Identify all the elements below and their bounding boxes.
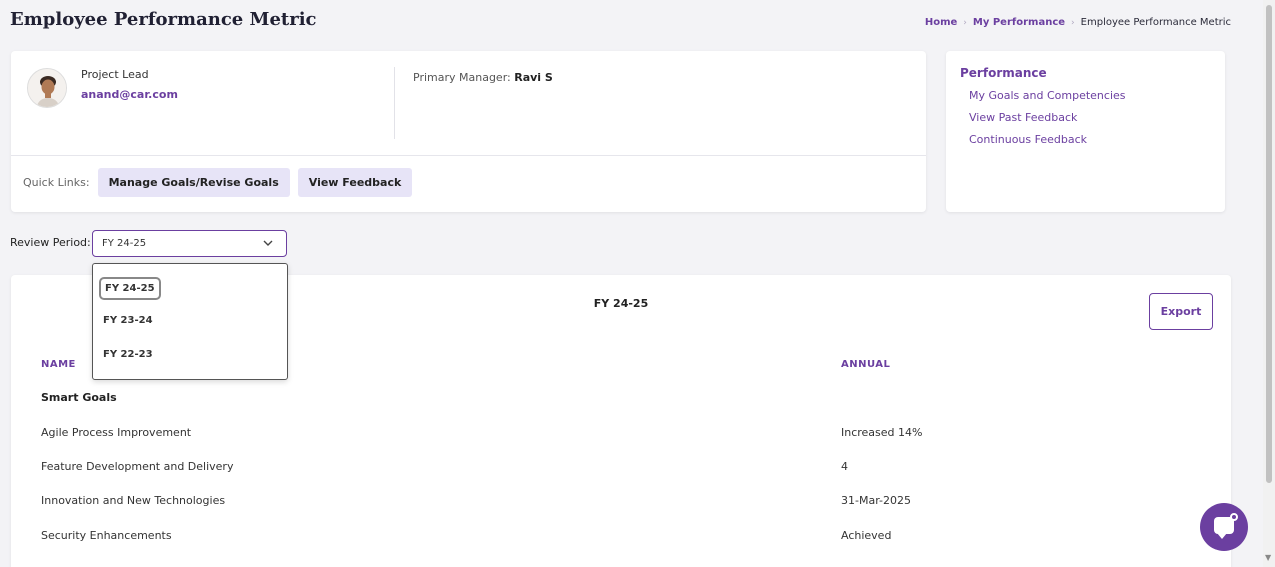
breadcrumb-home[interactable]: Home [925, 17, 957, 28]
avatar-image [28, 69, 66, 107]
notification-dot [1230, 513, 1238, 521]
profile-role: Project Lead [81, 68, 149, 81]
review-period-select[interactable]: FY 24-25 [92, 230, 287, 257]
column-header-annual: ANNUAL [841, 359, 891, 370]
row-annual: 4 [841, 460, 848, 473]
view-feedback-button[interactable]: View Feedback [297, 168, 413, 197]
divider [11, 155, 926, 156]
row-annual: Increased 14% [841, 426, 923, 439]
manager-label: Primary Manager: [413, 71, 511, 84]
performance-title: Performance [960, 66, 1047, 80]
breadcrumb-current: Employee Performance Metric [1080, 17, 1231, 28]
chevron-down-icon [262, 237, 274, 252]
primary-manager: Primary Manager: Ravi S [413, 71, 553, 84]
breadcrumb: Home › My Performance › Employee Perform… [925, 17, 1231, 28]
link-past-feedback[interactable]: View Past Feedback [969, 111, 1126, 124]
manager-name: Ravi S [514, 71, 553, 84]
breadcrumb-separator-icon: › [1071, 17, 1075, 28]
table-row: Security Enhancements Achieved [41, 529, 1201, 549]
divider [394, 67, 395, 139]
page-title: Employee Performance Metric [10, 9, 317, 30]
row-annual: 31-Mar-2025 [841, 494, 911, 507]
table-row: Innovation and New Technologies 31-Mar-2… [41, 494, 1201, 514]
export-button[interactable]: Export [1149, 293, 1213, 330]
row-name: Agile Process Improvement [41, 426, 192, 439]
avatar [27, 68, 67, 108]
scrollbar-thumb[interactable] [1266, 5, 1272, 483]
review-period-label: Review Period: [10, 236, 91, 249]
manage-goals-button[interactable]: Manage Goals/Revise Goals [97, 168, 290, 197]
dropdown-option-fy-23-24[interactable]: FY 23-24 [103, 315, 153, 326]
link-my-goals[interactable]: My Goals and Competencies [969, 89, 1126, 102]
row-name: Innovation and New Technologies [41, 494, 226, 507]
breadcrumb-my-performance[interactable]: My Performance [973, 17, 1065, 28]
dropdown-option-fy-22-23[interactable]: FY 22-23 [103, 349, 153, 360]
row-name: Feature Development and Delivery [41, 460, 234, 473]
row-name: Security Enhancements [41, 529, 172, 542]
profile-card: Project Lead anand@car.com Primary Manag… [11, 51, 926, 212]
review-period-value: FY 24-25 [102, 238, 147, 249]
dropdown-option-fy-24-25[interactable]: FY 24-25 [99, 277, 161, 300]
review-period-dropdown: FY 24-25 FY 23-24 FY 22-23 [92, 263, 288, 380]
chat-button[interactable] [1200, 503, 1248, 551]
performance-panel: Performance My Goals and Competencies Vi… [946, 51, 1225, 212]
quick-links: Quick Links: Manage Goals/Revise Goals V… [23, 168, 413, 197]
quick-links-label: Quick Links: [23, 176, 90, 189]
scrollbar[interactable]: ▼ [1263, 0, 1275, 567]
breadcrumb-separator-icon: › [963, 17, 967, 28]
table-row: Feature Development and Delivery 4 [41, 460, 1201, 480]
link-continuous-feedback[interactable]: Continuous Feedback [969, 133, 1126, 146]
table-row: Smart Goals [41, 391, 1201, 411]
profile-email[interactable]: anand@car.com [81, 88, 178, 101]
row-name: Smart Goals [41, 391, 117, 404]
performance-links: My Goals and Competencies View Past Feed… [969, 89, 1126, 155]
scroll-down-icon[interactable]: ▼ [1265, 553, 1271, 562]
column-header-name: NAME [41, 359, 76, 370]
row-annual: Achieved [841, 529, 892, 542]
table-row: Agile Process Improvement Increased 14% [41, 426, 1201, 446]
